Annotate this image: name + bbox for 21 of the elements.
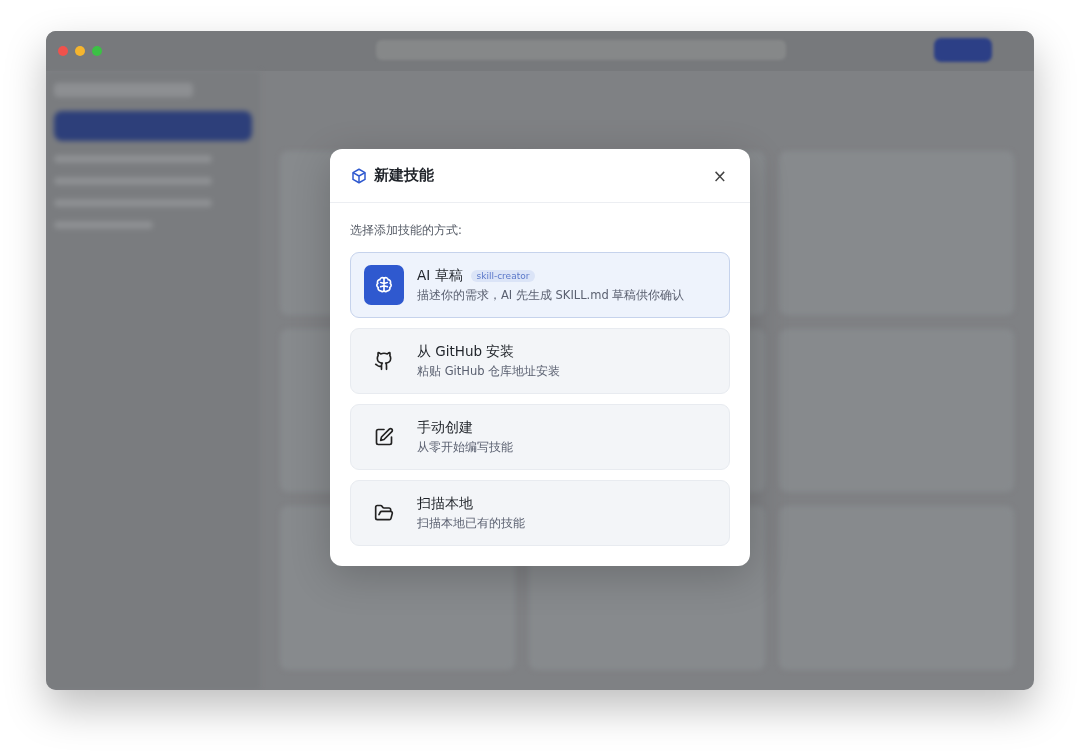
option-title: 从 GitHub 安装 xyxy=(417,343,515,361)
edit-icon xyxy=(374,427,394,447)
option-description: 粘贴 GitHub 仓库地址安装 xyxy=(417,364,561,379)
option-card[interactable]: 扫描本地 扫描本地已有的技能 xyxy=(350,480,730,546)
option-description: 从零开始编写技能 xyxy=(417,440,513,455)
cube-icon xyxy=(350,166,368,185)
option-card[interactable]: 从 GitHub 安装 粘贴 GitHub 仓库地址安装 xyxy=(350,328,730,394)
close-button[interactable]: × xyxy=(709,165,730,186)
prompt-text: 选择添加技能的方式: xyxy=(350,223,463,238)
skill-tag: skill-creator xyxy=(470,270,536,282)
option-title: 扫描本地 xyxy=(417,495,473,513)
option-description: 扫描本地已有的技能 xyxy=(417,516,525,531)
option-title: 手动创建 xyxy=(417,419,473,437)
option-description: 描述你的需求，AI 先生成 SKILL.md 草稿供你确认 xyxy=(417,288,685,303)
dialog-title: 新建技能 xyxy=(374,166,435,185)
github-icon xyxy=(374,351,394,371)
option-card[interactable]: 手动创建 从零开始编写技能 xyxy=(350,404,730,470)
folder-icon xyxy=(374,503,394,523)
option-card[interactable]: AI 草稿 skill-creator 描述你的需求，AI 先生成 SKILL.md 草稿供你确认 xyxy=(350,252,730,318)
brain-tile-icon xyxy=(364,265,404,305)
option-title: AI 草稿 xyxy=(417,267,463,285)
